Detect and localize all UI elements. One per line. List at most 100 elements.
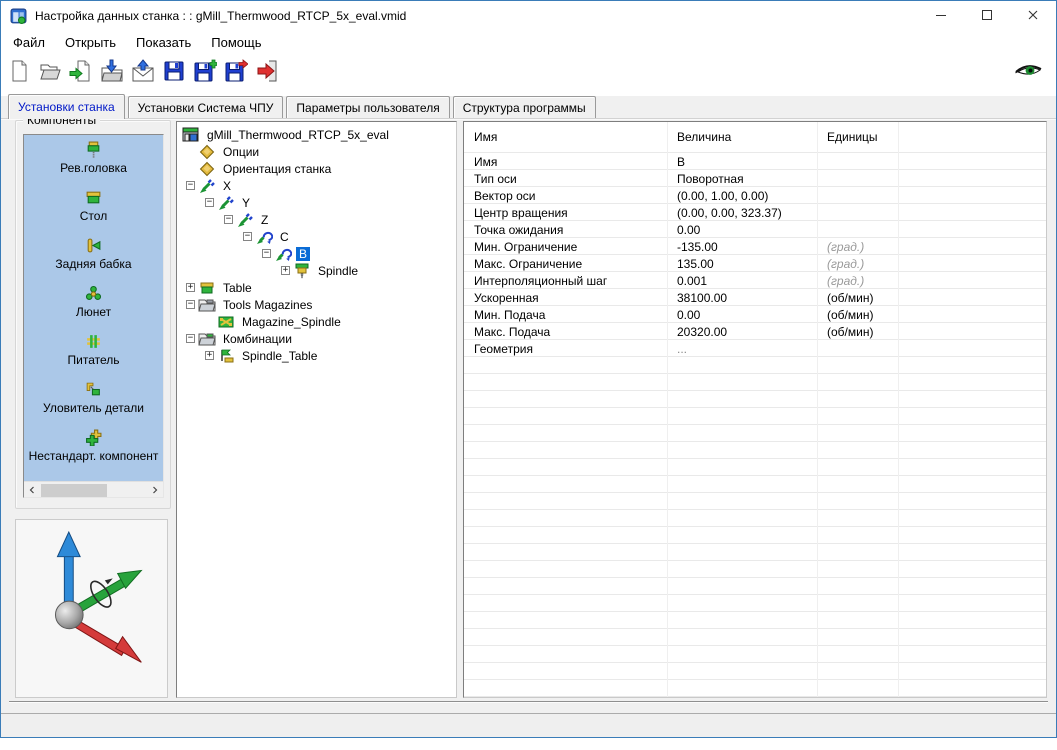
open-file-icon (38, 59, 63, 83)
component-item[interactable]: Нестандарт. компонент (24, 423, 163, 471)
table-row[interactable]: Макс. Ограничение 135.00 (град.) (464, 255, 1046, 272)
tree-node[interactable]: + Spindle_Table (177, 347, 456, 364)
property-name-cell: Макс. Ограничение (474, 256, 583, 271)
tree-node[interactable]: − Z (177, 211, 456, 228)
property-name-cell: Вектор оси (474, 188, 536, 203)
table-icon (85, 189, 102, 206)
table-icon (198, 280, 216, 296)
tree-node[interactable]: − Tools Magazines (177, 296, 456, 313)
tree-toggle[interactable]: − (186, 300, 195, 309)
tree-node[interactable]: Опции (177, 143, 456, 160)
tree-node[interactable]: − X (177, 177, 456, 194)
save-button[interactable] (161, 57, 188, 84)
maximize-button[interactable] (964, 1, 1010, 31)
menu-item[interactable]: Показать (126, 33, 201, 52)
tree-toggle[interactable]: − (205, 198, 214, 207)
property-value-cell[interactable]: (0.00, 0.00, 323.37) (667, 206, 817, 220)
close-button[interactable] (1010, 1, 1056, 31)
toolbar (1, 54, 1056, 96)
tree-node[interactable]: − Y (177, 194, 456, 211)
import-file-button[interactable] (68, 57, 95, 84)
menu-item[interactable]: Помощь (201, 33, 271, 52)
tree-node[interactable]: + Table (177, 279, 456, 296)
tree-toggle[interactable]: − (186, 334, 195, 343)
tab[interactable]: Установки станка (8, 94, 125, 119)
tree-node[interactable]: − B (177, 245, 456, 262)
scrollbar-thumb[interactable] (41, 484, 107, 497)
property-value-cell[interactable]: 0.00 (667, 223, 817, 237)
minimize-button[interactable] (918, 1, 964, 31)
scroll-left-button[interactable] (24, 482, 40, 498)
new-document-icon (7, 59, 32, 83)
folder-tools-icon (198, 297, 216, 313)
tab[interactable]: Структура программы (452, 96, 596, 118)
table-row[interactable]: Геометрия ... (464, 340, 1046, 357)
property-value-cell[interactable]: Поворотная (667, 172, 817, 186)
scroll-right-button[interactable] (147, 482, 163, 498)
tab[interactable]: Установки Система ЧПУ (127, 96, 284, 118)
table-row[interactable]: Интерполяционный шаг 0.001 (град.) (464, 272, 1046, 289)
load-into-folder-button[interactable] (99, 57, 126, 84)
tree-toggle[interactable]: + (281, 266, 290, 275)
property-value-cell[interactable]: B (667, 155, 817, 169)
table-row[interactable]: Имя B (464, 153, 1046, 170)
tree-toggle[interactable]: + (186, 283, 195, 292)
menu-item[interactable]: Открыть (55, 33, 126, 52)
tree-toggle[interactable]: − (243, 232, 252, 241)
tab[interactable]: Параметры пользователя (286, 96, 450, 118)
app-window: Настройка данных станка : : gMill_Thermw… (0, 0, 1057, 738)
property-units-cell: (град.) (827, 273, 865, 288)
exit-button[interactable] (254, 57, 281, 84)
tree-toggle[interactable]: + (205, 351, 214, 360)
component-item[interactable]: Задняя бабка (24, 231, 163, 279)
menubar: Файл Открыть Показать Помощь (1, 31, 1056, 54)
tree-node-label: Z (261, 212, 269, 227)
property-value-cell[interactable]: 0.001 (667, 274, 817, 288)
component-item[interactable]: Питатель (24, 327, 163, 375)
component-item[interactable]: Стол (24, 183, 163, 231)
mail-import-button[interactable] (130, 57, 157, 84)
property-value-cell[interactable]: 0.00 (667, 308, 817, 322)
tree-node[interactable]: Magazine_Spindle (177, 313, 456, 330)
tree-toggle[interactable]: − (262, 249, 271, 258)
table-row[interactable]: Мин. Подача 0.00 (об/мин) (464, 306, 1046, 323)
tree-node-label: C (280, 229, 289, 244)
tree-node-label: Y (242, 195, 251, 210)
component-item[interactable]: Люнет (24, 279, 163, 327)
new-document-button[interactable] (6, 57, 33, 84)
property-name-cell: Мин. Подача (474, 307, 546, 322)
table-row[interactable]: Вектор оси (0.00, 1.00, 0.00) (464, 187, 1046, 204)
open-file-button[interactable] (37, 57, 64, 84)
component-item[interactable]: Уловитель детали (24, 375, 163, 423)
property-value-cell[interactable]: 135.00 (667, 257, 817, 271)
property-units-cell: (об/мин) (827, 307, 874, 322)
table-row[interactable]: Центр вращения (0.00, 0.00, 323.37) (464, 204, 1046, 221)
tree-node[interactable]: − C (177, 228, 456, 245)
property-value-cell[interactable]: (0.00, 1.00, 0.00) (667, 189, 817, 203)
tree-node[interactable]: gMill_Thermwood_RTCP_5x_eval (177, 126, 456, 143)
horizontal-scrollbar[interactable] (24, 481, 163, 497)
property-name-cell: Точка ожидания (474, 222, 564, 237)
property-value-cell[interactable]: 38100.00 (667, 291, 817, 305)
property-value-cell[interactable]: 20320.00 (667, 325, 817, 339)
table-row[interactable]: Макс. Подача 20320.00 (об/мин) (464, 323, 1046, 340)
tree-toggle[interactable]: − (186, 181, 195, 190)
statusbar (1, 713, 1056, 737)
save-add-button[interactable] (192, 57, 219, 84)
eye-button[interactable] (1014, 59, 1044, 81)
property-value-cell[interactable]: ... (667, 342, 817, 356)
table-row[interactable]: Ускоренная 38100.00 (об/мин) (464, 289, 1046, 306)
table-row[interactable]: Мин. Ограничение -135.00 (град.) (464, 238, 1046, 255)
tree-node[interactable]: Ориентация станка (177, 160, 456, 177)
table-row[interactable]: Точка ожидания 0.00 (464, 221, 1046, 238)
axis-triad (54, 530, 143, 663)
tree-node[interactable]: − Комбинации (177, 330, 456, 347)
tree-node[interactable]: + Spindle (177, 262, 456, 279)
save-export-button[interactable] (223, 57, 250, 84)
component-item[interactable]: Рев.головка (24, 135, 163, 183)
table-row[interactable]: Тип оси Поворотная (464, 170, 1046, 187)
property-value-cell[interactable]: -135.00 (667, 240, 817, 254)
spindle-icon (293, 263, 311, 279)
menu-item[interactable]: Файл (3, 33, 55, 52)
tree-toggle[interactable]: − (224, 215, 233, 224)
